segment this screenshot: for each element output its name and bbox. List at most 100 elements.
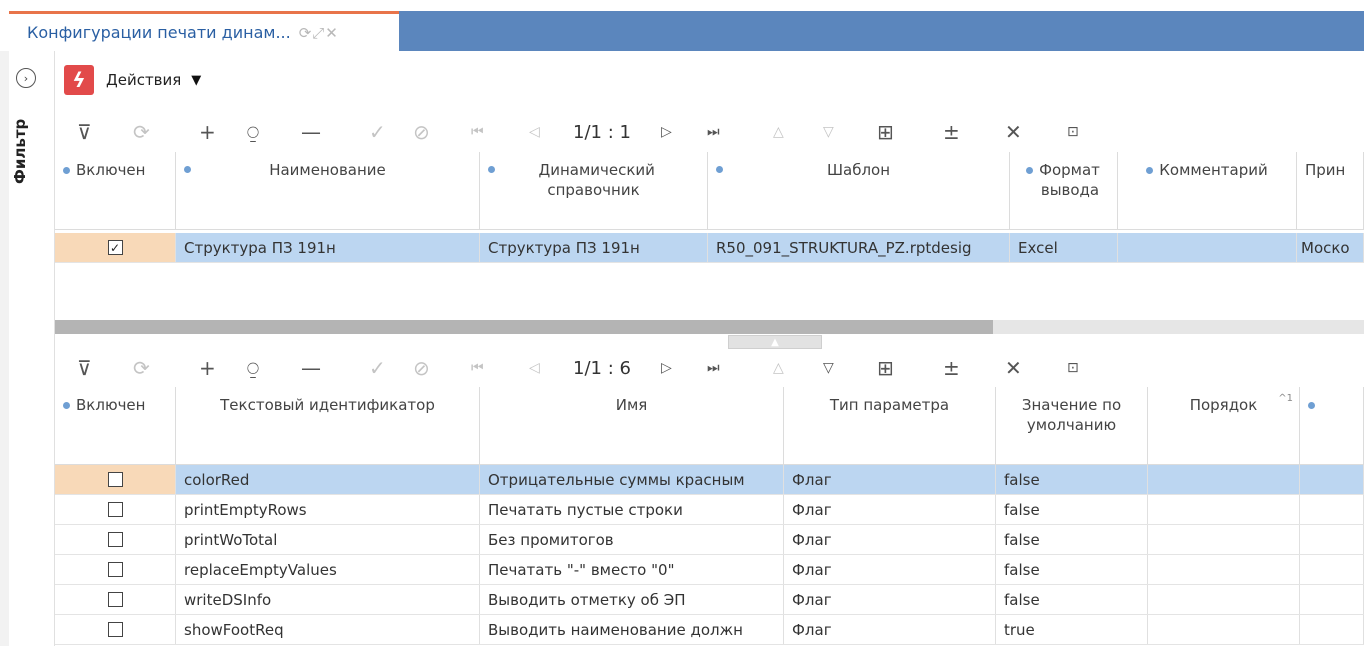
- clear-icon[interactable]: ✕: [1005, 350, 1022, 386]
- filter-icon[interactable]: ⊽: [77, 350, 92, 386]
- group-icon[interactable]: ±: [943, 350, 960, 386]
- order-cell: [1148, 525, 1300, 554]
- col-comment[interactable]: Комментарий: [1118, 152, 1297, 229]
- text-id-cell: writeDSInfo: [176, 585, 480, 614]
- extra-cell: [1300, 525, 1364, 554]
- grid-icon[interactable]: ⊞: [877, 350, 894, 386]
- enabled-checkbox[interactable]: [107, 592, 123, 607]
- col-enabled[interactable]: Включен: [55, 152, 176, 229]
- first-page-icon[interactable]: ⏮: [471, 114, 484, 150]
- cancel-icon[interactable]: ⊘: [413, 350, 430, 386]
- text-id-cell: replaceEmptyValues: [176, 555, 480, 584]
- tab-control-icons[interactable]: ⟳⤢✕: [299, 24, 339, 42]
- actions-label[interactable]: Действия: [106, 71, 181, 89]
- refresh-icon[interactable]: ⟳: [133, 114, 150, 150]
- select-icon[interactable]: ⊡: [1067, 114, 1079, 150]
- enabled-checkbox[interactable]: [107, 532, 123, 547]
- clear-icon[interactable]: ✕: [1005, 114, 1022, 150]
- remove-icon[interactable]: —: [301, 114, 321, 150]
- param-name-cell: Без промитогов: [480, 525, 784, 554]
- col-template[interactable]: Шаблон: [708, 152, 1010, 229]
- confirm-icon[interactable]: ✓: [369, 114, 386, 150]
- add-icon[interactable]: +: [199, 114, 216, 150]
- next-page-icon[interactable]: ▷: [661, 114, 672, 150]
- horizontal-scrollbar-track[interactable]: [993, 320, 1364, 334]
- default-value-cell: false: [996, 525, 1148, 554]
- col-enabled[interactable]: Включен: [55, 387, 176, 464]
- col-format[interactable]: Формат вывода: [1010, 152, 1118, 229]
- param-type-cell: Флаг: [784, 465, 996, 494]
- name-cell: Структура ПЗ 191н: [176, 233, 480, 262]
- pager-text: 1/1 : 6: [573, 357, 631, 379]
- sort-indicator: ^1: [1278, 393, 1293, 404]
- add-copy-icon[interactable]: ⍜: [247, 350, 259, 386]
- table-row[interactable]: ✓ Структура ПЗ 191н Структура ПЗ 191н R5…: [55, 233, 1364, 263]
- enabled-cell[interactable]: ✓: [55, 233, 176, 262]
- col-param-type[interactable]: Тип параметра: [784, 387, 996, 464]
- col-name[interactable]: Наименование: [176, 152, 480, 229]
- group-icon[interactable]: ±: [943, 114, 960, 150]
- expand-filter-icon[interactable]: ›: [16, 68, 36, 88]
- col-extra[interactable]: Прин: [1297, 152, 1364, 229]
- filter-icon[interactable]: ⊽: [77, 114, 92, 150]
- default-value-cell: false: [996, 555, 1148, 584]
- bottom-grid-header: Включен Текстовый идентификатор Имя Тип …: [55, 387, 1364, 465]
- grid-icon[interactable]: ⊞: [877, 114, 894, 150]
- col-default-value[interactable]: Значение по умолчанию: [996, 387, 1148, 464]
- move-up-icon[interactable]: △: [773, 114, 784, 150]
- extra-cell: [1300, 555, 1364, 584]
- move-down-icon[interactable]: ▽: [823, 114, 834, 150]
- table-row[interactable]: printEmptyRows Печатать пустые строки Фл…: [55, 495, 1364, 525]
- move-up-icon[interactable]: △: [773, 350, 784, 386]
- text-id-cell: printEmptyRows: [176, 495, 480, 524]
- param-name-cell: Печатать пустые строки: [480, 495, 784, 524]
- col-dictionary[interactable]: Динамический справочник: [480, 152, 708, 229]
- table-row[interactable]: showFootReq Выводить наименование должн …: [55, 615, 1364, 645]
- enabled-checkbox[interactable]: [107, 622, 123, 637]
- cancel-icon[interactable]: ⊘: [413, 114, 430, 150]
- order-cell: [1148, 465, 1300, 494]
- col-order[interactable]: Порядок ^1: [1148, 387, 1300, 464]
- actions-menu[interactable]: ϟ Действия ▼: [64, 65, 201, 95]
- remove-icon[interactable]: —: [301, 350, 321, 386]
- enabled-checkbox[interactable]: ✓: [107, 240, 123, 255]
- order-cell: [1148, 495, 1300, 524]
- filter-label[interactable]: Фильтр: [11, 119, 31, 184]
- default-value-cell: false: [996, 585, 1148, 614]
- param-type-cell: Флаг: [784, 585, 996, 614]
- pager-text: 1/1 : 1: [573, 121, 631, 143]
- select-icon[interactable]: ⊡: [1067, 350, 1079, 386]
- refresh-icon[interactable]: ⟳: [133, 350, 150, 386]
- table-row[interactable]: writeDSInfo Выводить отметку об ЭП Флаг …: [55, 585, 1364, 615]
- last-page-icon[interactable]: ⏭: [707, 350, 720, 386]
- table-row[interactable]: colorRed Отрицательные суммы красным Фла…: [55, 465, 1364, 495]
- enabled-checkbox[interactable]: [107, 502, 123, 517]
- prev-page-icon[interactable]: ◁: [529, 114, 540, 150]
- enabled-checkbox[interactable]: [107, 472, 123, 487]
- col-text-id[interactable]: Текстовый идентификатор: [176, 387, 480, 464]
- add-icon[interactable]: +: [199, 350, 216, 386]
- enabled-checkbox[interactable]: [107, 562, 123, 577]
- table-row[interactable]: printWoTotal Без промитогов Флаг false: [55, 525, 1364, 555]
- move-down-icon[interactable]: ▽: [823, 350, 834, 386]
- first-page-icon[interactable]: ⏮: [471, 350, 484, 386]
- param-name-cell: Выводить отметку об ЭП: [480, 585, 784, 614]
- confirm-icon[interactable]: ✓: [369, 350, 386, 386]
- lightning-icon[interactable]: ϟ: [64, 65, 94, 95]
- comment-cell: [1118, 233, 1297, 262]
- prev-page-icon[interactable]: ◁: [529, 350, 540, 386]
- param-type-cell: Флаг: [784, 615, 996, 644]
- col-param-name[interactable]: Имя: [480, 387, 784, 464]
- extra-cell: Моско: [1297, 233, 1364, 262]
- horizontal-scrollbar-thumb[interactable]: [55, 320, 993, 334]
- tab-print-configurations[interactable]: Конфигурации печати динам... ⟳⤢✕: [9, 11, 399, 51]
- top-grid-header: Включен Наименование Динамический справо…: [55, 152, 1364, 230]
- order-cell: [1148, 615, 1300, 644]
- col-extra[interactable]: [1300, 387, 1364, 464]
- next-page-icon[interactable]: ▷: [661, 350, 672, 386]
- splitter-handle[interactable]: ▲: [728, 335, 822, 349]
- add-copy-icon[interactable]: ⍜: [247, 114, 259, 150]
- table-row[interactable]: replaceEmptyValues Печатать "-" вместо "…: [55, 555, 1364, 585]
- last-page-icon[interactable]: ⏭: [707, 114, 720, 150]
- caret-down-icon[interactable]: ▼: [191, 73, 201, 88]
